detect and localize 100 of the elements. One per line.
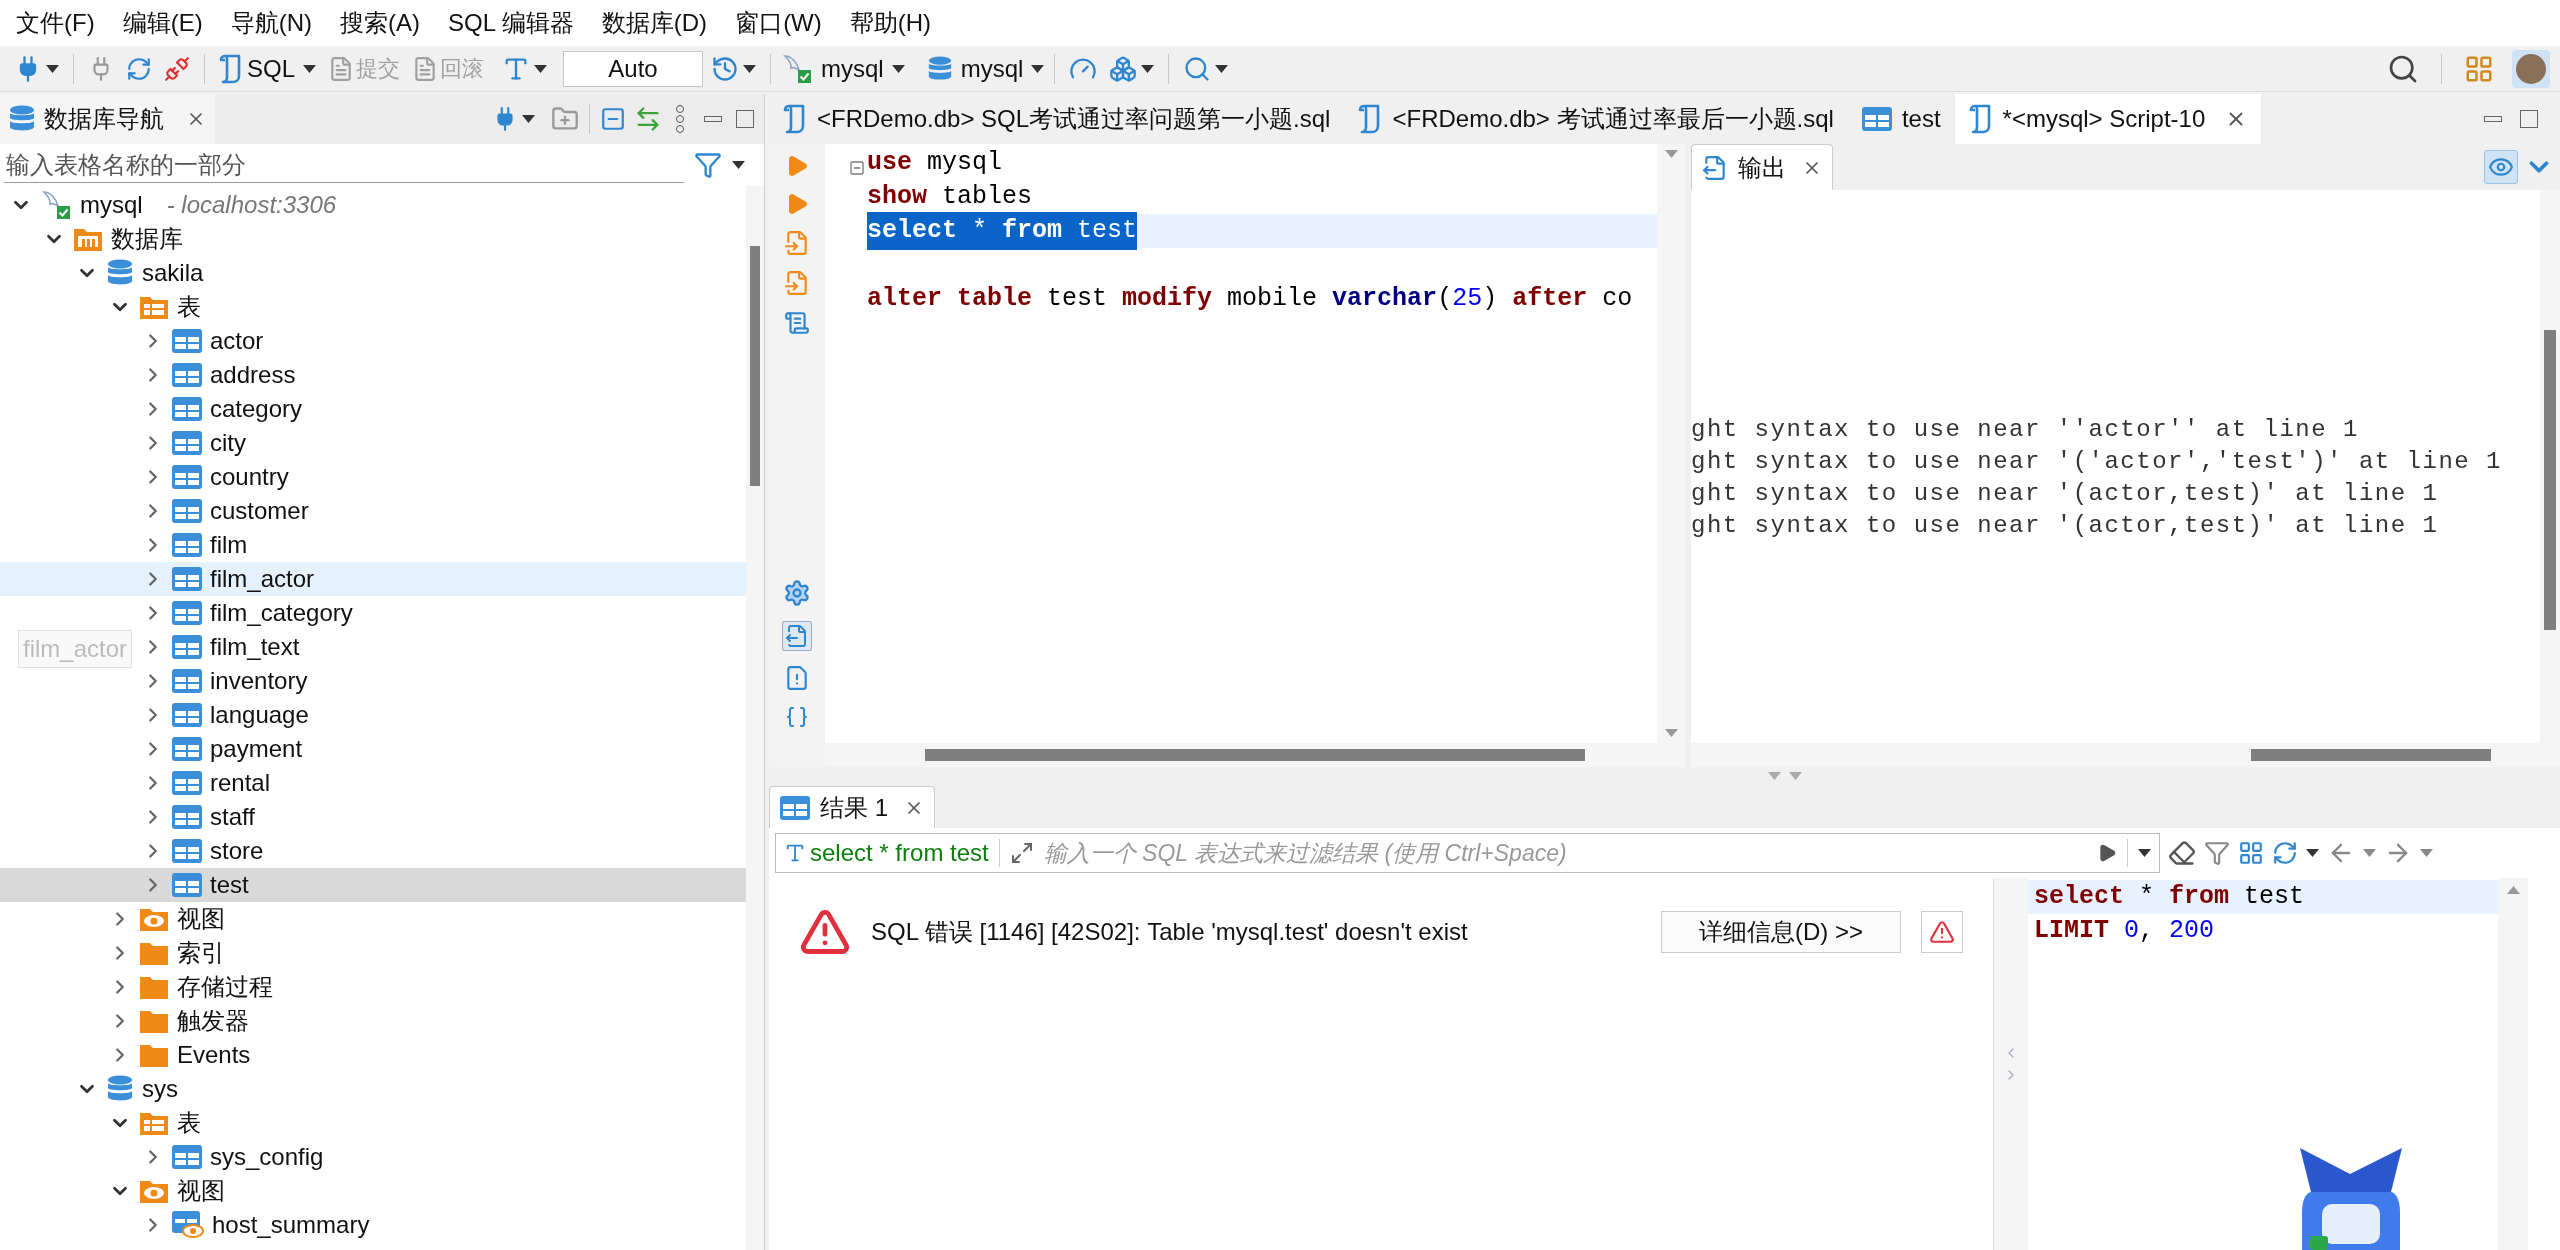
tree-item[interactable]: country [142, 460, 746, 494]
database-icon [926, 55, 953, 82]
caret-icon[interactable] [732, 161, 745, 169]
scrollbar-thumb[interactable] [2544, 330, 2556, 630]
variables-icon[interactable] [785, 705, 809, 729]
unplug-icon [164, 55, 190, 82]
maximize-button[interactable] [736, 110, 754, 128]
tree-item[interactable]: 视图 [109, 902, 746, 936]
scroll-up-icon[interactable] [2506, 886, 2520, 894]
tree-item[interactable]: city [142, 426, 746, 460]
apply-filter-icon[interactable] [2097, 843, 2117, 863]
caret-icon[interactable] [522, 115, 535, 123]
maximize-button[interactable] [2520, 110, 2538, 128]
menu-item[interactable]: 窗口(W) [721, 5, 836, 41]
caret-icon[interactable] [891, 64, 905, 73]
menu-item[interactable]: 搜索(A) [326, 5, 434, 41]
tree-item[interactable]: address [142, 358, 746, 392]
table-icon [172, 499, 202, 523]
tree-item[interactable]: staff [142, 800, 746, 834]
output-icon [785, 624, 809, 648]
tree-item[interactable]: film_category [142, 596, 746, 630]
query-label[interactable]: select * from test [784, 835, 989, 871]
tree-item[interactable]: payment [142, 732, 746, 766]
tree-item[interactable]: store [142, 834, 746, 868]
menu-item[interactable]: 文件(F) [2, 5, 109, 41]
error-log-button[interactable] [1921, 911, 1963, 953]
expand-icon[interactable] [1009, 841, 1034, 865]
fold-icon[interactable] [849, 160, 865, 176]
tree-item[interactable]: mysql - localhost:3306 [10, 188, 746, 222]
tree-item[interactable]: film_text [142, 630, 746, 664]
tree-item[interactable]: actor [142, 324, 746, 358]
tree-item[interactable]: rental [142, 766, 746, 800]
menu-item[interactable]: 数据库(D) [587, 5, 722, 41]
database-icon [106, 1075, 134, 1103]
minimize-button[interactable] [704, 116, 722, 122]
minimize-button[interactable] [2484, 116, 2502, 122]
tree-item[interactable]: 触发器 [109, 1004, 746, 1038]
warning-icon [1929, 919, 1955, 945]
problems-icon[interactable] [784, 665, 810, 691]
tree-item[interactable]: language [142, 698, 746, 732]
output-line: ght syntax to use near ''actor'' at line 1 [1691, 415, 2360, 444]
tree-item[interactable]: 数据库 [43, 222, 746, 256]
show-output-button[interactable] [2484, 150, 2518, 184]
menu-item[interactable]: 编辑(E) [108, 5, 217, 41]
database-selector[interactable]: mysql [926, 50, 1045, 87]
navigator-tab[interactable]: 数据库导航 [0, 94, 215, 144]
tree-item[interactable]: customer [142, 494, 746, 528]
tree-item[interactable]: sakila [76, 256, 746, 290]
database-icon [8, 105, 36, 133]
editor-tab[interactable]: *<mysql> Script-10 [1954, 94, 2262, 144]
details-button[interactable]: 详细信息(D) >> [1661, 911, 1901, 953]
tree-item[interactable]: 索引 [109, 936, 746, 970]
refresh-icon[interactable] [2272, 840, 2298, 866]
table-icon [172, 601, 202, 625]
tree-item[interactable]: inventory [142, 664, 746, 698]
caret-icon[interactable] [1031, 64, 1045, 73]
error-message: SQL 错误 [1146] [42S02]: Table 'mysql.test' doesn't exist [871, 917, 1468, 947]
database-icon [106, 259, 134, 287]
avatar[interactable] [2516, 53, 2546, 84]
menu-item[interactable]: 帮助(H) [835, 5, 946, 41]
results-tab[interactable]: 结果 1 [769, 786, 935, 828]
caret-icon[interactable] [534, 64, 548, 73]
output-toggle-button[interactable] [782, 621, 812, 651]
settings-icon[interactable] [783, 579, 811, 607]
output-tab[interactable]: 输出 [1691, 144, 1833, 190]
caret-icon[interactable] [2138, 849, 2151, 857]
connection-selector[interactable]: mysql [781, 50, 905, 87]
filter-bar[interactable]: select * from test 输入一个 SQL 表达式来过滤结果 (使用 Ctrl+Space) [775, 833, 2160, 873]
tree-item[interactable]: 视图 [109, 1174, 746, 1208]
explain-plan-icon[interactable] [784, 310, 810, 336]
tree-item[interactable]: 存储过程 [109, 970, 746, 1004]
tree-item[interactable]: Events [109, 1038, 746, 1072]
filter-settings-icon[interactable] [2204, 840, 2230, 866]
menu-item[interactable]: SQL 编辑器 [434, 5, 588, 41]
caret-icon[interactable] [1215, 64, 1229, 73]
tree-item[interactable]: host_summary [142, 1208, 746, 1242]
tree-item[interactable]: category [142, 392, 746, 426]
table-icon [172, 737, 202, 761]
connection-icon [781, 53, 814, 84]
caret-icon[interactable] [46, 64, 59, 73]
tree-item[interactable]: film [142, 528, 746, 562]
text-icon [784, 842, 806, 864]
scrollbar-thumb[interactable] [925, 749, 1585, 761]
filter-icon[interactable] [694, 151, 722, 179]
transaction-mode-field[interactable]: Auto [563, 50, 704, 87]
caret-icon[interactable] [2306, 849, 2319, 857]
menu-item[interactable]: 导航(N) [216, 5, 326, 41]
tree-item[interactable]: 表 [109, 290, 746, 324]
grid-icon [780, 795, 810, 820]
caret-icon[interactable] [1141, 64, 1155, 73]
sql-editor-button[interactable]: SQL [215, 50, 300, 87]
panels-icon[interactable] [2238, 840, 2264, 866]
tree-item[interactable]: sys [76, 1072, 746, 1106]
tree-item[interactable]: 表 [109, 1106, 746, 1140]
tree-item[interactable]: sys_config [142, 1140, 746, 1174]
caret-icon[interactable] [743, 64, 757, 73]
scrollbar-thumb[interactable] [750, 246, 760, 486]
clear-filter-icon[interactable] [2168, 839, 2196, 867]
scrollbar-thumb[interactable] [2251, 749, 2491, 761]
caret-icon[interactable] [303, 64, 317, 73]
